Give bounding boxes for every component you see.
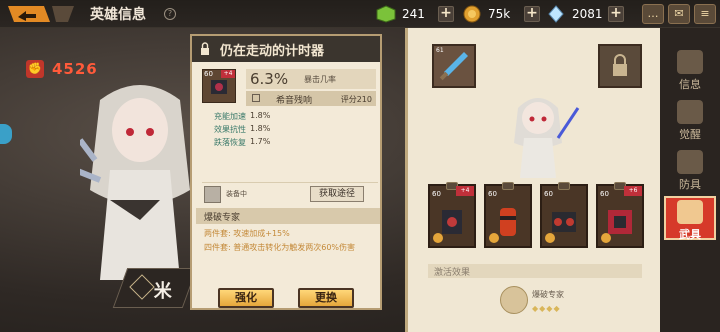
back-button[interactable] — [6, 3, 76, 25]
side-tabs: 信息 觉醒 防具 武具 — [660, 28, 720, 332]
set-badge-icon — [433, 233, 443, 243]
resource-gold: 75k + — [462, 5, 540, 23]
activation-label: 激活效果 — [434, 268, 471, 278]
artifact-slot[interactable]: 60 +4 — [428, 182, 476, 248]
set-four-piece: 四件套: 普通攻击转化为触发两次60%伤害 — [204, 243, 356, 252]
lock-icon — [613, 54, 627, 76]
add-gold-button[interactable]: + — [524, 6, 540, 22]
set-badge-icon — [545, 233, 555, 243]
attribute-name: 跌落恢复 — [214, 138, 246, 147]
slot-ring-icon — [502, 182, 514, 190]
set-badge-icon — [489, 233, 499, 243]
page-title: 英雄信息 — [90, 7, 146, 23]
attribute-value: 1.7% — [250, 137, 271, 146]
tab-weapon[interactable]: 武具 — [664, 196, 716, 241]
sub-stat-row: 希音残响 评分210 — [246, 91, 376, 106]
set-two-piece: 两件套: 攻速加成+15% — [204, 229, 290, 238]
tab-label: 防具 — [679, 178, 701, 191]
set-header: 爆破专家 — [196, 208, 380, 224]
green-cube-icon — [376, 5, 396, 23]
artifact-plus-badge: +6 — [624, 186, 642, 196]
main-stat-value: 6.3% — [250, 70, 289, 88]
hero-chibi — [514, 98, 580, 178]
get-path-button[interactable]: 获取途径 — [310, 186, 364, 202]
item-detail-panel: 仍在走动的计时器 60 +4 6.3% 暴击几率 希音残响 评分210 充能加速… — [190, 34, 382, 310]
armor-icon — [677, 150, 703, 174]
equipped-hero-avatar — [204, 186, 221, 203]
fist-icon: ✊ — [26, 60, 44, 78]
artifact-level: 60 — [600, 190, 609, 198]
item-plus-badge: +4 — [221, 70, 235, 78]
artifact-slot[interactable]: 60 — [540, 182, 588, 248]
crystal-icon — [548, 5, 564, 23]
artifact-slot[interactable]: 60 — [484, 182, 532, 248]
set-badge-icon — [601, 233, 611, 243]
weapon-slot[interactable]: 61 — [432, 44, 476, 88]
info-icon — [677, 50, 703, 74]
tab-armor[interactable]: 防具 — [664, 148, 716, 192]
attribute-name: 充能加速 — [214, 112, 246, 121]
artifact-level: 60 — [544, 190, 553, 198]
equipped-label: 装备中 — [226, 190, 247, 198]
menu-icon[interactable]: ≡ — [694, 4, 716, 24]
weapon-icon — [677, 200, 703, 224]
artifact-level: 60 — [488, 190, 497, 198]
artifact-level: 60 — [432, 190, 441, 198]
enhance-button[interactable]: 强化 — [218, 288, 274, 308]
locked-slot[interactable] — [598, 44, 642, 88]
panel-header: 仍在走动的计时器 — [192, 36, 380, 62]
add-crystal-button[interactable]: + — [608, 6, 624, 22]
attribute-row: 充能加速 1.8% — [214, 111, 270, 122]
tab-info[interactable]: 信息 — [664, 48, 716, 92]
attribute-name: 效果抗性 — [214, 125, 246, 134]
attribute-row: 跌落恢复 1.7% — [214, 137, 270, 148]
green-cube-count: 241 — [402, 7, 425, 21]
equipment-panel: 61 60 +4 60 60 60 +6 激活效果 爆破专家 ◆◆◆◆ — [405, 28, 660, 332]
item-score: 评分210 — [340, 95, 372, 104]
item-thumbnail: 60 +4 — [202, 69, 236, 103]
set-bonus-icon[interactable] — [500, 286, 528, 314]
main-stat-name: 暴击几率 — [304, 75, 336, 84]
lock-icon[interactable] — [200, 42, 210, 55]
side-drawer-handle[interactable] — [0, 124, 12, 144]
item-level: 60 — [204, 70, 213, 78]
artifact-slot[interactable]: 60 +6 — [596, 182, 644, 248]
question-icon[interactable]: ? — [164, 8, 176, 20]
set-progress-dots: ◆◆◆◆ — [532, 304, 561, 313]
tab-label: 信息 — [679, 78, 701, 91]
replace-button[interactable]: 更换 — [298, 288, 354, 308]
tab-label: 觉醒 — [679, 128, 701, 141]
mail-icon[interactable]: ✉ — [668, 4, 690, 24]
attribute-value: 1.8% — [250, 124, 271, 133]
resource-crystal: 2081 + — [546, 5, 624, 23]
echo-icon — [252, 94, 260, 102]
awaken-icon — [677, 100, 703, 124]
tab-label: 武具 — [679, 228, 701, 241]
activation-effect-bar: 激活效果 — [428, 264, 642, 278]
resource-green-cube: 241 + — [376, 5, 454, 23]
gold-count: 75k — [488, 7, 511, 21]
set-name: 爆破专家 — [204, 213, 241, 223]
active-set-name: 爆破专家 — [532, 290, 564, 299]
slot-ring-icon — [558, 182, 570, 190]
crystal-count: 2081 — [572, 7, 603, 21]
artifact-plus-badge: +4 — [456, 186, 474, 196]
hero-name-plate: 米 — [112, 268, 198, 308]
gold-coin-icon — [463, 5, 481, 23]
sub-stat-label: 希音残响 — [276, 96, 313, 106]
item-title: 仍在走动的计时器 — [220, 44, 325, 59]
chat-icon[interactable]: … — [642, 4, 664, 24]
weapon-level: 61 — [436, 47, 444, 54]
hero-portrait — [80, 85, 190, 280]
attribute-value: 1.8% — [250, 111, 271, 120]
top-bar: 英雄信息 ? 241 + 75k + 2081 + … ✉ ≡ — [0, 0, 720, 28]
equipped-info: 装备中 获取途径 — [202, 182, 378, 204]
tab-awaken[interactable]: 觉醒 — [664, 98, 716, 142]
attribute-row: 效果抗性 1.8% — [214, 124, 270, 135]
add-green-cube-button[interactable]: + — [438, 6, 454, 22]
main-stat: 6.3% 暴击几率 — [246, 69, 376, 89]
